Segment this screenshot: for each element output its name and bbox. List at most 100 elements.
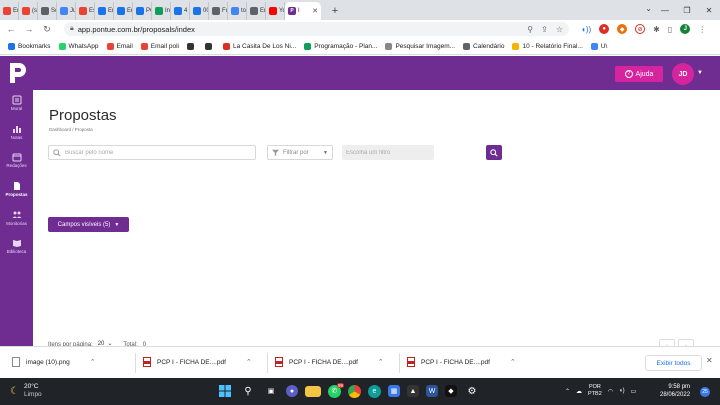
user-avatar[interactable]: JD xyxy=(672,63,694,85)
store-icon[interactable]: ▦ xyxy=(388,385,400,397)
bookmark-star-icon[interactable]: ☆ xyxy=(556,25,563,34)
bookmark-item[interactable]: Programação - Plan... xyxy=(304,42,377,50)
browser-tab[interactable]: PCP xyxy=(133,2,152,20)
close-downloads-icon[interactable]: ✕ xyxy=(706,356,713,365)
browser-tab[interactable]: Envi xyxy=(0,2,19,20)
browser-tab[interactable]: Entr xyxy=(247,2,266,20)
windows-start-icon[interactable] xyxy=(217,383,233,399)
back-icon[interactable]: ← xyxy=(4,22,18,36)
forward-icon[interactable]: → xyxy=(22,22,36,36)
minimize-icon[interactable]: — xyxy=(654,0,676,20)
close-window-icon[interactable]: ✕ xyxy=(698,0,720,20)
search-input[interactable] xyxy=(65,149,235,156)
bookmark-item[interactable]: Calendário xyxy=(463,42,504,50)
user-menu-chevron-icon[interactable]: ▼ xyxy=(697,70,703,76)
filter-by-select[interactable]: Filtrar por ▼ xyxy=(267,145,333,160)
browser-tab[interactable]: Envi xyxy=(114,2,133,20)
language-indicator[interactable]: POR PTB2 xyxy=(588,384,602,398)
settings-gear-icon[interactable]: ⚙ xyxy=(464,383,480,399)
search-icon[interactable]: ⚲ xyxy=(527,25,533,34)
download-item[interactable]: PCP I - FICHA DE....pdf ⌃ xyxy=(407,357,516,367)
bookmark-item[interactable]: Email xyxy=(106,42,133,50)
sidebar-item-monitorias[interactable]: Monitorias xyxy=(0,210,33,226)
browser-tab[interactable]: (sen xyxy=(19,2,38,20)
extension-audio-icon[interactable]: ◖)) xyxy=(581,25,591,34)
search-icon[interactable]: ⚲ xyxy=(240,383,256,399)
app-dark-icon[interactable]: ◆ xyxy=(445,385,457,397)
clock[interactable]: 9:58 pm 28/06/2022 xyxy=(660,383,690,399)
chevron-up-icon[interactable]: ⌃ xyxy=(246,358,252,366)
tab-search-icon[interactable]: ⌄ xyxy=(645,4,652,13)
pontue-logo[interactable] xyxy=(0,56,33,90)
sidebar-item-mural[interactable]: Mural xyxy=(0,95,33,111)
pontue-app: ? Ajuda JD ▼ Mural Notas Redações Propostas… xyxy=(0,56,720,354)
close-tab-icon[interactable]: ✕ xyxy=(312,7,318,15)
volume-icon[interactable]: ◖) xyxy=(619,388,625,394)
lock-icon[interactable]: 🔒︎ xyxy=(70,25,74,33)
reload-icon[interactable]: ↻ xyxy=(40,22,54,36)
new-tab-button[interactable]: + xyxy=(327,2,343,20)
download-item[interactable]: image (10).png ⌃ xyxy=(12,357,96,367)
edge-icon[interactable]: e xyxy=(368,384,381,398)
chrome-icon[interactable] xyxy=(348,384,361,398)
cloud-icon[interactable]: ☁ xyxy=(576,388,582,395)
bookmark-item[interactable] xyxy=(186,42,197,50)
visible-fields-button[interactable]: Campos visíveis (5) ▼ xyxy=(48,217,129,232)
profile-avatar-icon[interactable]: J xyxy=(680,24,691,34)
browser-tab[interactable]: Sorr xyxy=(38,2,57,20)
extension-block-icon[interactable]: ⊘ xyxy=(635,24,646,34)
extension-red-icon[interactable]: ● xyxy=(599,24,610,34)
browser-tab[interactable]: Estu xyxy=(76,2,95,20)
bookmark-item[interactable]: WhatsApp xyxy=(58,42,99,50)
url-field[interactable]: 🔒︎ app.pontue.com.br/proposals/index ⚲ ⇪… xyxy=(64,22,569,36)
wifi-icon[interactable]: ◠ xyxy=(608,388,613,395)
browser-tab[interactable]: Juan xyxy=(57,2,76,20)
whatsapp-icon[interactable]: ✆ 99 xyxy=(328,382,344,398)
bookmark-item[interactable]: 10 - Relatório Final... xyxy=(512,42,583,50)
bookmark-item[interactable]: U\ xyxy=(590,42,607,50)
filter-value-input[interactable] xyxy=(346,149,430,156)
teams-chat-icon[interactable]: ● xyxy=(286,385,298,397)
sidebar-item-propostas[interactable]: Propostas xyxy=(0,181,33,197)
side-panel-icon[interactable]: ▯ xyxy=(668,25,672,34)
notification-badge[interactable]: 25 xyxy=(700,387,710,397)
sidebar-item-biblioteca[interactable]: Biblioteca xyxy=(0,238,33,254)
browser-tab[interactable]: Full xyxy=(209,2,228,20)
extensions-puzzle-icon[interactable]: ✱ xyxy=(653,25,660,34)
chevron-up-icon[interactable]: ⌃ xyxy=(90,358,96,366)
chevron-up-icon[interactable]: ⌃ xyxy=(565,388,570,395)
download-item[interactable]: PCP I - FICHA DE....pdf ⌃ xyxy=(275,357,384,367)
share-icon[interactable]: ⇪ xyxy=(541,25,548,34)
word-icon[interactable]: W xyxy=(426,385,438,397)
bookmark-item[interactable] xyxy=(204,42,215,50)
download-item[interactable]: PCP I - FICHA DE....pdf ⌃ xyxy=(143,357,252,367)
extensions-area: ◖)) ● ◆ ⊘ ✱ ▯ J ⋮ xyxy=(581,24,706,34)
show-all-downloads-button[interactable]: Exibir todos xyxy=(645,355,702,371)
browser-menu-icon[interactable]: ⋮ xyxy=(698,25,706,34)
battery-icon[interactable]: ▭ xyxy=(631,388,637,395)
browser-tab-active[interactable]: P I ✕ xyxy=(285,2,321,20)
restore-icon[interactable]: ❐ xyxy=(676,0,698,20)
chevron-up-icon[interactable]: ⌃ xyxy=(378,358,384,366)
download-filename: PCP I - FICHA DE....pdf xyxy=(421,358,490,366)
weather-widget[interactable]: ☾ 20°C Limpo xyxy=(10,383,42,399)
bookmark-item[interactable]: Pesquisar Imagem... xyxy=(385,42,455,50)
help-button[interactable]: ? Ajuda xyxy=(615,66,663,82)
sidebar-item-redaes[interactable]: Redações xyxy=(0,152,33,168)
bookmark-item[interactable]: La Casita De Los Ni... xyxy=(222,42,296,50)
search-button[interactable] xyxy=(486,145,502,160)
bookmark-item[interactable]: Bookmarks xyxy=(8,42,51,50)
bookmark-item[interactable]: Email poli xyxy=(140,42,179,50)
extension-orange-icon[interactable]: ◆ xyxy=(617,24,628,34)
browser-tab[interactable]: Envi xyxy=(95,2,114,20)
sidebar-item-notas[interactable]: Notas xyxy=(0,124,33,140)
browser-tab[interactable]: You xyxy=(266,2,285,20)
task-view-icon[interactable]: ▣ xyxy=(263,383,279,399)
file-explorer-icon[interactable] xyxy=(305,385,321,397)
chevron-up-icon[interactable]: ⌃ xyxy=(510,358,516,366)
browser-tab[interactable]: top xyxy=(228,2,247,20)
browser-tab[interactable]: Inte xyxy=(152,2,171,20)
browser-tab[interactable]: 4 - xyxy=(171,2,190,20)
app-icon[interactable]: ▲ xyxy=(407,385,419,397)
browser-tab[interactable]: 000 xyxy=(190,2,209,20)
